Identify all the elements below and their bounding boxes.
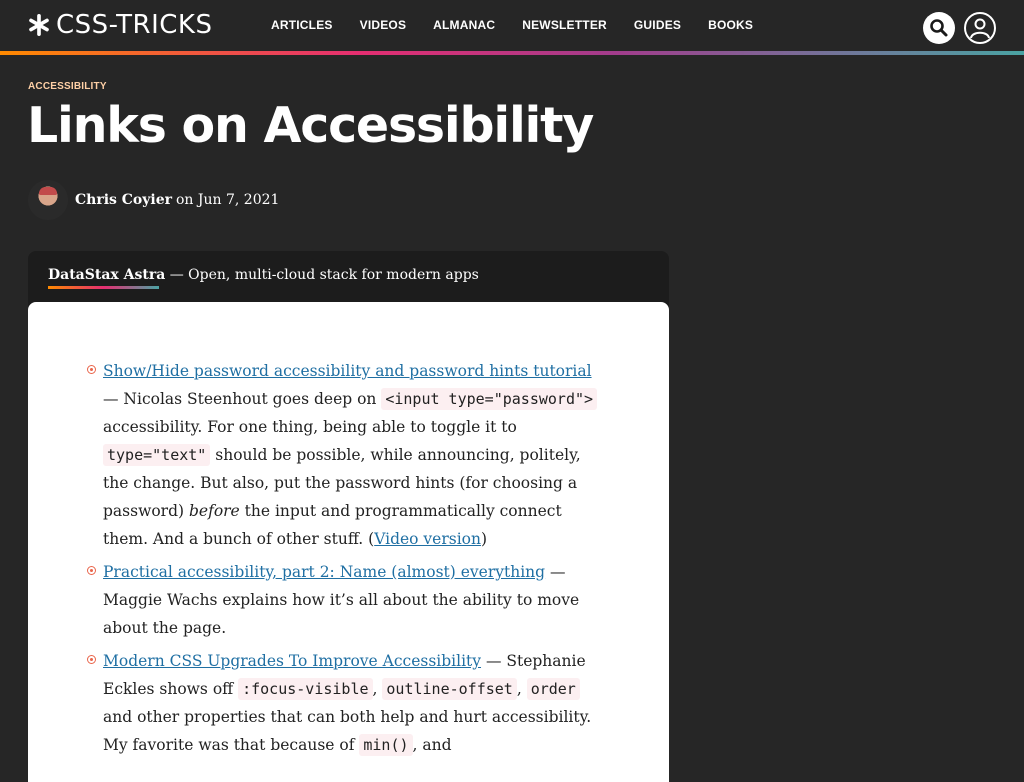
nav-item-guides[interactable]: GUIDES: [634, 18, 681, 32]
sponsor-link[interactable]: DataStax Astra: [48, 267, 165, 283]
search-button[interactable]: [923, 12, 955, 44]
site-logo[interactable]: CSS-TRICKS: [28, 10, 212, 40]
author-name-link[interactable]: Chris Coyier: [75, 192, 172, 208]
inline-code: <input type="password">: [381, 388, 598, 410]
nav-item-newsletter[interactable]: NEWSLETTER: [522, 18, 607, 32]
avatar[interactable]: [28, 180, 68, 220]
header-gradient-bar: [0, 51, 1024, 55]
sponsor-line: DataStax Astra — Open, multi-cloud stack…: [48, 267, 479, 283]
inline-code: :focus-visible: [238, 678, 373, 700]
item-link[interactable]: Show/Hide password accessibility and pas…: [103, 362, 592, 380]
nav-item-books[interactable]: BOOKS: [708, 18, 753, 32]
inline-code: min(): [359, 734, 413, 756]
bullet-icon: [87, 365, 96, 374]
item-link[interactable]: Modern CSS Upgrades To Improve Accessibi…: [103, 652, 481, 670]
search-icon: [930, 19, 948, 37]
user-account-button[interactable]: [964, 12, 996, 44]
category-link[interactable]: ACCESSIBILITY: [28, 81, 107, 92]
inline-code: outline-offset: [382, 678, 517, 700]
bullet-icon: [87, 566, 96, 575]
nav-item-videos[interactable]: VIDEOS: [360, 18, 407, 32]
sponsor-underline: [48, 286, 159, 289]
logo-text: CSS-TRICKS: [56, 10, 213, 40]
list-item: Show/Hide password accessibility and pas…: [87, 357, 607, 553]
article-content: Show/Hide password accessibility and pas…: [28, 302, 669, 782]
item-link[interactable]: Practical accessibility, part 2: Name (a…: [103, 563, 545, 581]
inline-code: type="text": [103, 444, 211, 466]
link-list: Show/Hide password accessibility and pas…: [87, 357, 607, 764]
nav-item-almanac[interactable]: ALMANAC: [433, 18, 495, 32]
inline-code: order: [526, 678, 580, 700]
list-item: Practical accessibility, part 2: Name (a…: [87, 558, 607, 642]
post-date: on Jun 7, 2021: [176, 192, 280, 208]
nav-item-articles[interactable]: ARTICLES: [271, 18, 333, 32]
asterisk-logo-icon: [29, 14, 49, 36]
article-title: Links on Accessibility: [27, 97, 594, 154]
list-item: Modern CSS Upgrades To Improve Accessibi…: [87, 647, 607, 759]
sponsor-text: — Open, multi-cloud stack for modern app…: [165, 267, 479, 283]
video-version-link[interactable]: Video version: [374, 530, 481, 548]
main-nav: ARTICLES VIDEOS ALMANAC NEWSLETTER GUIDE…: [271, 18, 780, 32]
bullet-icon: [87, 655, 96, 664]
site-header: CSS-TRICKS ARTICLES VIDEOS ALMANAC NEWSL…: [0, 0, 1024, 51]
user-icon: [970, 18, 990, 39]
author-row: Chris Coyier on Jun 7, 2021: [28, 180, 279, 220]
